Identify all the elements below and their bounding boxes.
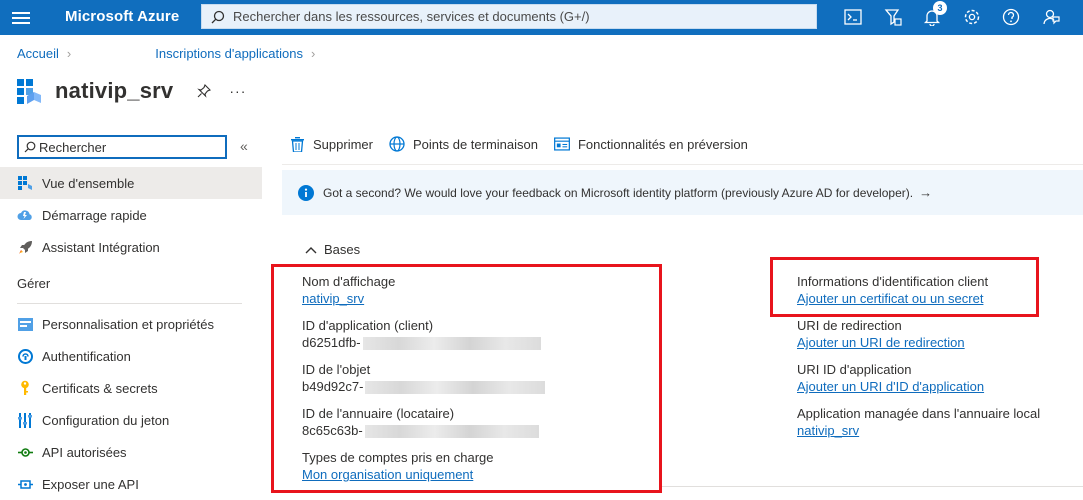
page-title: nativip_srv xyxy=(55,78,174,103)
notifications-icon[interactable]: 3 xyxy=(921,1,947,28)
nav-item-label: Vue d'ensemble xyxy=(42,175,135,191)
search-icon xyxy=(211,10,225,23)
endpoints-button[interactable]: Points de terminaison xyxy=(389,136,538,152)
breadcrumb-app-registrations[interactable]: Inscriptions d'applications xyxy=(155,46,303,61)
breadcrumb: Accueil › Inscriptions d'applications › xyxy=(17,46,323,61)
breadcrumb-separator: › xyxy=(311,46,316,61)
nav-section-manage: Gérer xyxy=(17,275,51,291)
more-options-icon[interactable]: ··· xyxy=(229,83,246,99)
trash-icon xyxy=(289,136,305,152)
nav-item-label: Exposer une API xyxy=(42,476,139,492)
endpoints-button-label: Points de terminaison xyxy=(412,136,538,152)
nav-item-label: Personnalisation et propriétés xyxy=(42,316,214,332)
rocket-icon xyxy=(17,239,33,255)
settings-icon[interactable] xyxy=(961,6,983,28)
breadcrumb-home[interactable]: Accueil xyxy=(17,46,59,61)
branding-icon xyxy=(17,316,33,332)
add-app-id-uri-link[interactable]: Ajouter un URI d'ID d'application xyxy=(797,378,1077,396)
collapse-menu-icon[interactable]: « xyxy=(240,138,248,154)
nav-item-label: API autorisées xyxy=(42,444,127,460)
notification-count-badge: 3 xyxy=(933,1,947,15)
arrow-right-icon[interactable]: → xyxy=(919,185,932,200)
nav-item-label: Configuration du jeton xyxy=(42,412,170,428)
brand-title[interactable]: Microsoft Azure xyxy=(65,8,179,25)
cloud-shell-icon[interactable] xyxy=(842,6,864,28)
nav-item-label: Certificats & secrets xyxy=(42,380,158,396)
property-app-id-uri: URI ID d'application Ajouter un URI d'ID… xyxy=(797,361,1077,405)
preview-features-icon xyxy=(554,136,570,152)
title-row: nativip_srv ··· xyxy=(17,76,246,106)
token-config-icon xyxy=(17,412,33,428)
preview-features-button[interactable]: Fonctionnalités en préversion xyxy=(554,136,748,152)
global-search-input[interactable] xyxy=(233,9,793,24)
essentials-label: Bases xyxy=(324,242,361,257)
key-icon xyxy=(17,380,33,396)
essentials-toggle[interactable]: Bases xyxy=(305,242,360,257)
resource-menu-search-input[interactable] xyxy=(39,139,219,155)
nav-item-integration-assistant[interactable]: Assistant Intégration xyxy=(0,231,262,263)
property-label: Application managée dans l'annuaire loca… xyxy=(797,406,1041,421)
breadcrumb-separator: › xyxy=(66,46,72,61)
command-bar-divider xyxy=(282,164,1083,165)
command-bar: Supprimer Points de terminaison Fonction… xyxy=(289,136,764,152)
feedback-icon[interactable] xyxy=(1040,6,1062,28)
property-managed-application: Application managée dans l'annuaire loca… xyxy=(797,405,1077,449)
quickstart-cloud-icon xyxy=(17,207,33,223)
resource-menu-search[interactable] xyxy=(17,135,227,159)
top-bar: Microsoft Azure 3 xyxy=(0,0,1083,35)
search-icon xyxy=(24,141,36,153)
help-icon[interactable] xyxy=(1000,6,1022,28)
nav-item-certificates-secrets[interactable]: Certificats & secrets xyxy=(0,372,262,404)
delete-button[interactable]: Supprimer xyxy=(289,136,373,152)
info-icon xyxy=(298,184,314,201)
globe-icon xyxy=(389,136,405,152)
highlight-box-identifiers xyxy=(271,264,662,493)
nav-item-authentication[interactable]: Authentification xyxy=(0,340,262,372)
delete-button-label: Supprimer xyxy=(313,136,373,152)
overview-grid-icon xyxy=(17,175,33,191)
nav-item-branding[interactable]: Personnalisation et propriétés xyxy=(0,308,262,340)
highlight-box-client-credentials xyxy=(770,257,1039,317)
global-search[interactable] xyxy=(201,4,817,29)
chevron-up-icon xyxy=(305,246,317,253)
app-registration-icon xyxy=(17,78,41,104)
resource-menu: Vue d'ensemble Démarrage rapide Assistan… xyxy=(0,167,262,500)
feedback-banner: Got a second? We would love your feedbac… xyxy=(282,170,1083,215)
property-label: URI ID d'application xyxy=(797,362,912,377)
pin-icon[interactable] xyxy=(197,84,212,98)
nav-item-api-permissions[interactable]: API autorisées xyxy=(0,436,262,468)
property-label: URI de redirection xyxy=(797,318,902,333)
feedback-banner-text: Got a second? We would love your feedbac… xyxy=(323,185,914,200)
nav-item-label: Assistant Intégration xyxy=(42,239,160,255)
nav-item-expose-api[interactable]: Exposer une API xyxy=(0,468,262,500)
expose-api-icon xyxy=(17,476,33,492)
menu-icon[interactable] xyxy=(12,9,30,25)
nav-item-label: Authentification xyxy=(42,348,131,364)
nav-item-overview[interactable]: Vue d'ensemble xyxy=(0,167,262,199)
nav-item-token-configuration[interactable]: Configuration du jeton xyxy=(0,404,262,436)
property-redirect-uris: URI de redirection Ajouter un URI de red… xyxy=(797,317,1077,361)
api-permissions-icon xyxy=(17,444,33,460)
managed-application-link[interactable]: nativip_srv xyxy=(797,422,1077,440)
preview-features-button-label: Fonctionnalités en préversion xyxy=(577,136,748,152)
nav-item-label: Démarrage rapide xyxy=(42,207,147,223)
add-redirect-uri-link[interactable]: Ajouter un URI de redirection xyxy=(797,334,1077,352)
directory-filter-icon[interactable] xyxy=(882,6,904,28)
essentials-divider xyxy=(662,486,1083,487)
authentication-icon xyxy=(17,348,33,364)
nav-divider xyxy=(17,303,242,304)
nav-item-quickstart[interactable]: Démarrage rapide xyxy=(0,199,262,231)
